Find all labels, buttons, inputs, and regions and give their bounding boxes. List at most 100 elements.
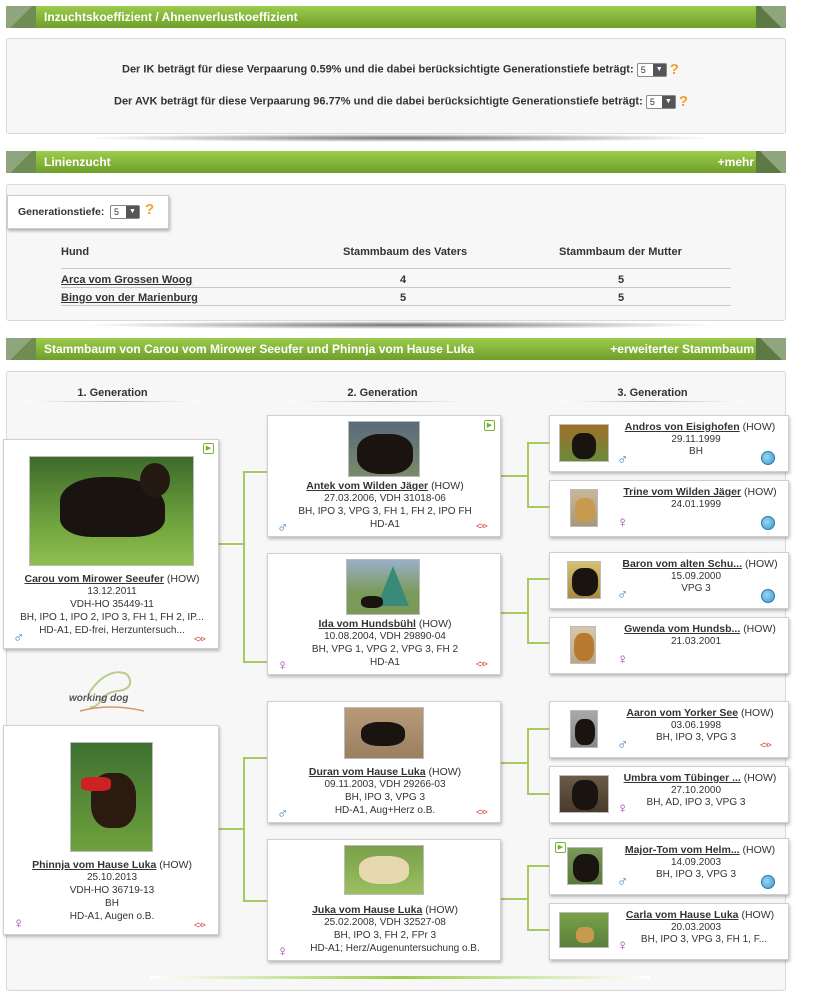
info-badge-icon[interactable]	[761, 589, 775, 603]
dog-breed: (HOW)	[159, 859, 192, 871]
dog-photo[interactable]	[348, 421, 420, 477]
dog-logo-icon	[79, 671, 145, 712]
dog-card-carla[interactable]: Carla vom Hause Luka (HOW) 20.03.2003 BH…	[549, 903, 789, 960]
table-row-hund-link[interactable]: Bingo von der Marienburg	[61, 292, 198, 304]
dog-card-ida[interactable]: Ida vom Hundsbühl (HOW) 10.08.2004, VDH …	[267, 553, 501, 675]
dog-silhouette	[575, 719, 595, 745]
ik-panel: Der IK beträgt für diese Verpaarung 0.59…	[6, 38, 786, 134]
dog-card-gwenda[interactable]: Gwenda vom Hundsb... (HOW) 21.03.2001 ♀	[549, 617, 789, 674]
dog-info-line: VPG 3	[681, 583, 711, 594]
dog-card-duran[interactable]: Duran vom Hause Luka (HOW) 09.11.2003, V…	[267, 701, 501, 823]
dog-photo[interactable]	[344, 707, 424, 759]
dog-card-trine[interactable]: Trine vom Wilden Jäger (HOW) 24.01.1999 …	[549, 480, 789, 537]
dog-breed: (HOW)	[425, 904, 458, 916]
dog-photo[interactable]	[570, 710, 598, 748]
avk-depth-select[interactable]: 5	[645, 94, 676, 109]
details-arrow-icon[interactable]: <>>	[476, 659, 488, 669]
linienzucht-more-link[interactable]: +mehr	[718, 151, 754, 173]
gen-divider	[25, 401, 200, 402]
female-icon: ♀	[617, 800, 629, 817]
gen3-header: 3. Generation	[617, 387, 688, 399]
dog-name-link[interactable]: Umbra vom Tübinger ...	[624, 772, 741, 784]
info-badge-icon[interactable]	[761, 516, 775, 530]
dog-photo[interactable]	[570, 626, 596, 664]
connector	[527, 865, 549, 867]
female-icon: ♀	[617, 937, 629, 954]
ik-depth-select[interactable]: 5	[636, 62, 667, 77]
details-arrow-icon[interactable]: <>>	[194, 920, 206, 930]
connector	[501, 475, 527, 477]
dog-photo[interactable]	[567, 561, 601, 599]
video-icon[interactable]: ▶	[484, 420, 495, 431]
dog-card-andros[interactable]: Andros von Eisighofen (HOW) 29.11.1999 B…	[549, 415, 789, 472]
ik-line: Der IK beträgt für diese Verpaarung 0.59…	[122, 61, 679, 78]
video-icon[interactable]: ▶	[203, 443, 214, 454]
dog-card-antek[interactable]: ▶ Antek vom Wilden Jäger (HOW) 27.03.200…	[267, 415, 501, 537]
table-divider	[61, 305, 731, 306]
dog-photo[interactable]	[344, 845, 424, 895]
dog-photo[interactable]	[559, 775, 609, 813]
col-header-hund: Hund	[61, 246, 90, 258]
video-icon[interactable]: ▶	[555, 842, 566, 853]
info-badge-icon[interactable]	[761, 451, 775, 465]
dog-card-baron[interactable]: Baron vom alten Schu... (HOW) 15.09.2000…	[549, 552, 789, 609]
dog-info-line: 14.09.2003	[670, 857, 722, 868]
dog-photo[interactable]	[70, 742, 153, 852]
dog-name-link[interactable]: Carla vom Hause Luka	[626, 909, 739, 921]
dog-card-juka[interactable]: Juka vom Hause Luka (HOW) 25.02.2008, VD…	[267, 839, 501, 961]
dog-info-line: 25.10.2013	[86, 872, 138, 883]
dog-name: Umbra vom Tübinger ... (HOW)	[610, 772, 790, 784]
dog-card-carou[interactable]: ▶ Carou vom Mirower Seeufer (HOW) 13.12.…	[3, 439, 219, 649]
dog-info-line: HD-A1, Aug+Herz o.B.	[334, 805, 436, 816]
table-cell-vater: 5	[400, 292, 407, 304]
dog-name-link[interactable]: Phinnja vom Hause Luka	[32, 859, 156, 871]
dog-photo[interactable]	[567, 847, 603, 885]
dog-breed: (HOW)	[742, 421, 776, 433]
dog-photo[interactable]	[346, 559, 420, 615]
table-cell-vater: 4	[400, 274, 407, 286]
col-header-vater: Stammbaum des Vaters	[343, 246, 468, 258]
connector	[527, 578, 529, 644]
details-arrow-icon[interactable]: <>>	[194, 634, 206, 644]
dog-name-link[interactable]: Andros von Eisighofen	[625, 421, 740, 433]
dog-card-majortom[interactable]: ▶ Major-Tom vom Helm... (HOW) 14.09.2003…	[549, 838, 789, 895]
dog-info-line: 29.11.1999	[671, 434, 721, 445]
dog-name-link[interactable]: Carou vom Mirower Seeufer	[24, 573, 163, 585]
dog-name-link[interactable]: Gwenda vom Hundsb...	[624, 623, 740, 635]
connector	[527, 506, 549, 508]
dog-name-link[interactable]: Antek vom Wilden Jäger	[306, 480, 428, 492]
ik-help-icon[interactable]: ?	[670, 61, 679, 78]
dog-card-aaron[interactable]: Aaron vom Yorker See (HOW) 03.06.1998 BH…	[549, 701, 789, 758]
connector	[527, 728, 529, 795]
dog-name-link[interactable]: Duran vom Hause Luka	[309, 766, 426, 778]
details-arrow-icon[interactable]: <>>	[476, 521, 488, 531]
dog-card-umbra[interactable]: Umbra vom Tübinger ... (HOW) 27.10.2000 …	[549, 766, 789, 823]
dog-name-link[interactable]: Major-Tom vom Helm...	[625, 844, 740, 856]
dog-name-link[interactable]: Baron vom alten Schu...	[622, 558, 742, 570]
dog-photo[interactable]	[29, 456, 194, 566]
dog-info-line: HD-A1, ED-frei, Herzuntersuch...	[39, 625, 185, 636]
dog-photo[interactable]	[570, 489, 598, 527]
dog-info-line: BH, IPO 3, VPG 3	[655, 869, 737, 880]
dog-silhouette	[357, 434, 413, 474]
header-corner-left	[6, 6, 36, 28]
stammbaum-title: Stammbaum von Carou vom Mirower Seeufer …	[44, 342, 475, 356]
generation-depth-select[interactable]: 5	[110, 205, 140, 219]
ik-section-header: Inzuchtskoeffizient / Ahnenverlustkoeffi…	[6, 6, 786, 28]
info-badge-icon[interactable]	[761, 875, 775, 889]
dog-head	[140, 463, 170, 497]
dog-photo[interactable]	[559, 912, 609, 948]
dog-silhouette	[361, 722, 405, 746]
generation-depth-help-icon[interactable]: ?	[145, 201, 154, 218]
dog-photo[interactable]	[559, 424, 609, 462]
erweiterter-stammbaum-link[interactable]: +erweiterter Stammbaum	[610, 338, 754, 360]
table-row-hund-link[interactable]: Arca vom Grossen Woog	[61, 274, 192, 286]
details-arrow-icon[interactable]: <>>	[476, 807, 488, 817]
details-arrow-icon[interactable]: <>>	[760, 740, 772, 750]
dog-card-phinnja[interactable]: Phinnja vom Hause Luka (HOW) 25.10.2013 …	[3, 725, 219, 935]
dog-name-link[interactable]: Aaron vom Yorker See	[626, 707, 738, 719]
dog-name-link[interactable]: Trine vom Wilden Jäger	[623, 486, 741, 498]
dog-name-link[interactable]: Juka vom Hause Luka	[312, 904, 422, 916]
dog-name-link[interactable]: Ida vom Hundsbühl	[319, 618, 416, 630]
avk-help-icon[interactable]: ?	[679, 93, 688, 110]
